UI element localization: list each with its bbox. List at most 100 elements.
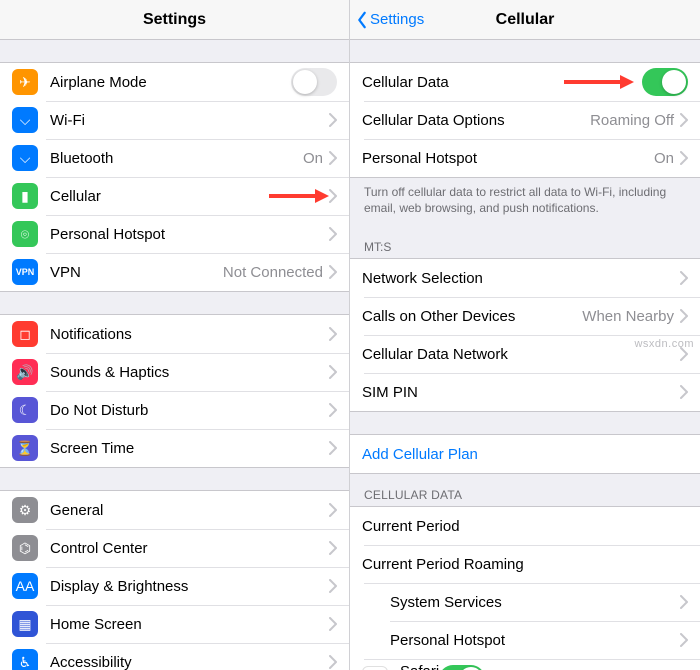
sounds-icon: 🔊 <box>12 359 38 385</box>
cellular-icon: ▮ <box>12 183 38 209</box>
cellular-pane: Settings Cellular Cellular DataCellular … <box>350 0 700 670</box>
row-simpin-label: SIM PIN <box>362 384 680 401</box>
row-display[interactable]: AADisplay & Brightness <box>0 567 349 605</box>
chevron-right-icon <box>329 441 337 455</box>
row-notifications[interactable]: ◻︎ Notifications <box>0 315 349 353</box>
chevron-right-icon <box>329 655 337 669</box>
row-homescreen[interactable]: ▦Home Screen <box>0 605 349 643</box>
row-dnd[interactable]: ☾Do Not Disturb <box>0 391 349 429</box>
chevron-right-icon <box>680 633 688 647</box>
chevron-right-icon <box>680 151 688 165</box>
row-networksel[interactable]: Network Selection <box>350 259 700 297</box>
chevron-right-icon <box>329 151 337 165</box>
row-networksel-label: Network Selection <box>362 270 680 287</box>
row-airplane[interactable]: ✈︎ Airplane Mode <box>0 63 349 101</box>
row-accessibility[interactable]: ♿︎Accessibility <box>0 643 349 670</box>
row-roaming[interactable]: Current Period Roaming <box>350 545 700 583</box>
row-general-label: General <box>50 502 329 519</box>
row-systemservices[interactable]: System Services <box>350 583 700 621</box>
watermark: wsxdn.com <box>634 338 694 350</box>
row-wifi[interactable]: ⌵ Wi-Fi <box>0 101 349 139</box>
row-hotspot-label: Personal Hotspot <box>50 226 329 243</box>
back-button[interactable]: Settings <box>356 11 424 29</box>
cellular-section-usage: Current Period Current Period Roaming Syst… <box>350 506 700 670</box>
row-currentperiod-label: Current Period <box>362 518 688 535</box>
cellular-scroll[interactable]: Cellular Data Cellular Data OptionsRoamin… <box>350 40 700 670</box>
settings-group-2: ⚙︎General⌬Control CenterAADisplay & Brig… <box>0 490 349 670</box>
row-homescreen-label: Home Screen <box>50 616 329 633</box>
row-systemservices-label: System Services <box>390 594 680 611</box>
chevron-right-icon <box>329 503 337 517</box>
chevron-right-icon <box>329 403 337 417</box>
airplane-toggle[interactable] <box>291 68 337 96</box>
row-cellulardata-label: Cellular Data <box>362 74 564 91</box>
cellular-section-addplan: Add Cellular Plan <box>350 434 700 474</box>
row-datanetwork-label: Cellular Data Network <box>362 346 680 363</box>
chevron-right-icon <box>680 385 688 399</box>
settings-group-0: ✈︎ Airplane Mode ⌵ Wi-Fi ⌵ BluetoothOn ▮ Cellul… <box>0 62 349 292</box>
chevron-right-icon <box>329 113 337 127</box>
row-bluetooth-value: On <box>303 150 323 167</box>
row-dataoptions-label: Cellular Data Options <box>362 112 590 129</box>
row-currentperiod[interactable]: Current Period <box>350 507 700 545</box>
row-safari[interactable]: 🧭Safari2.7 GB <box>350 659 700 670</box>
row-vpn[interactable]: VPNVPNNot Connected <box>0 253 349 291</box>
settings-pane: Settings ✈︎ Airplane Mode ⌵ Wi-Fi ⌵ Bluetooth… <box>0 0 350 670</box>
row-cellular[interactable]: ▮ Cellular <box>0 177 349 215</box>
cellular-section-carrier: Network Selection Calls on Other DevicesW… <box>350 258 700 412</box>
row-callsother-label: Calls on Other Devices <box>362 308 582 325</box>
row-screentime-label: Screen Time <box>50 440 329 457</box>
bluetooth-icon: ⌵ <box>12 145 38 171</box>
carrier-header: MT:S <box>350 226 700 258</box>
chevron-right-icon <box>329 227 337 241</box>
notifications-icon: ◻︎ <box>12 321 38 347</box>
settings-navbar: Settings <box>0 0 349 40</box>
safari-toggle[interactable] <box>439 665 485 670</box>
usage-header: CELLULAR DATA <box>350 474 700 506</box>
screentime-icon: ⏳ <box>12 435 38 461</box>
row-notifications-label: Notifications <box>50 326 329 343</box>
chevron-right-icon <box>680 271 688 285</box>
wifi-icon: ⌵ <box>12 107 38 133</box>
row-general[interactable]: ⚙︎General <box>0 491 349 529</box>
row-personalhotspot[interactable]: Personal HotspotOn <box>350 139 700 177</box>
row-vpn-label: VPN <box>50 264 223 281</box>
row-ph2-label: Personal Hotspot <box>390 632 680 649</box>
cellular-title: Cellular <box>496 11 555 29</box>
row-addplan[interactable]: Add Cellular Plan <box>350 435 700 473</box>
row-cellulardata[interactable]: Cellular Data <box>350 63 700 101</box>
row-display-label: Display & Brightness <box>50 578 329 595</box>
row-bluetooth[interactable]: ⌵ BluetoothOn <box>0 139 349 177</box>
row-controlcenter[interactable]: ⌬Control Center <box>0 529 349 567</box>
chevron-left-icon <box>356 11 368 29</box>
cellulardata-toggle[interactable] <box>642 68 688 96</box>
row-sounds[interactable]: 🔊 Sounds & Haptics <box>0 353 349 391</box>
row-vpn-value: Not Connected <box>223 264 323 281</box>
row-wifi-label: Wi-Fi <box>50 112 329 129</box>
row-hotspot[interactable]: ⌾ Personal Hotspot <box>0 215 349 253</box>
chevron-right-icon <box>680 309 688 323</box>
row-simpin[interactable]: SIM PIN <box>350 373 700 411</box>
row-dataoptions-value: Roaming Off <box>590 112 674 129</box>
row-bluetooth-label: Bluetooth <box>50 150 303 167</box>
row-ph2[interactable]: Personal Hotspot <box>350 621 700 659</box>
airplane-icon: ✈︎ <box>12 69 38 95</box>
row-addplan-label: Add Cellular Plan <box>362 446 688 463</box>
row-dnd-label: Do Not Disturb <box>50 402 329 419</box>
hotspot-icon: ⌾ <box>12 221 38 247</box>
controlcenter-icon: ⌬ <box>12 535 38 561</box>
chevron-right-icon <box>680 113 688 127</box>
row-accessibility-label: Accessibility <box>50 654 329 670</box>
chevron-right-icon <box>329 265 337 279</box>
row-screentime[interactable]: ⏳ Screen Time <box>0 429 349 467</box>
chevron-right-icon <box>329 365 337 379</box>
row-cellular-label: Cellular <box>50 188 259 205</box>
row-callsother[interactable]: Calls on Other DevicesWhen Nearby <box>350 297 700 335</box>
row-dataoptions[interactable]: Cellular Data OptionsRoaming Off <box>350 101 700 139</box>
row-sounds-label: Sounds & Haptics <box>50 364 329 381</box>
row-airplane-label: Airplane Mode <box>50 74 291 91</box>
safari-icon: 🧭 <box>362 666 388 670</box>
chevron-right-icon <box>329 617 337 631</box>
chevron-right-icon <box>680 595 688 609</box>
settings-scroll[interactable]: ✈︎ Airplane Mode ⌵ Wi-Fi ⌵ BluetoothOn ▮ Cellul… <box>0 40 349 670</box>
